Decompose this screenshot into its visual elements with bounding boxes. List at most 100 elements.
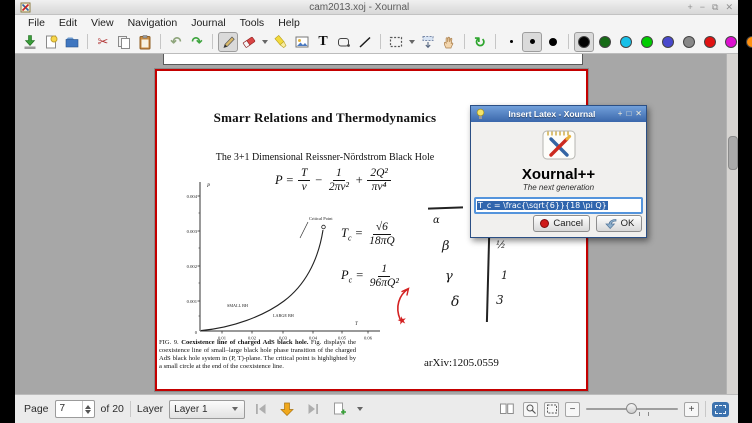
scrollbar-thumb[interactable] [728,136,738,170]
select-options-chevron-icon[interactable] [409,40,415,44]
app-icon [20,2,31,13]
goto-next-annotated-button[interactable] [277,399,297,419]
vertical-space-button[interactable] [418,32,438,52]
goto-last-annotated-button[interactable] [303,399,323,419]
handwritten-alpha: α [433,215,440,226]
color-magenta-button[interactable] [721,32,741,52]
save-button[interactable] [20,32,40,52]
close-button[interactable]: ✕ [725,3,733,12]
menu-view[interactable]: View [84,16,121,30]
zoom-original-button[interactable] [523,402,538,417]
pen-size-fine-button[interactable] [501,32,521,52]
ruler-tool-button[interactable] [355,32,375,52]
spinner-up-icon[interactable] [85,405,91,409]
pen-size-thick-button[interactable] [543,32,563,52]
dialog-shade-button[interactable]: + [618,110,623,118]
pen-size-medium-button[interactable] [522,32,542,52]
handwritten-delta: δ [451,294,459,310]
plot-xlabel: T [355,322,359,327]
page-number-spinner[interactable]: 7 [55,400,95,418]
new-page-icon [43,34,59,50]
previous-page-edge [163,54,583,65]
toolbar-separator [495,34,496,49]
color-cyan-swatch [620,36,632,48]
eraser-tool-button[interactable] [239,32,259,52]
select-rectangle-button[interactable] [386,32,406,52]
cancel-button[interactable]: Cancel [533,215,590,232]
toolbar-separator [212,34,213,49]
zoom-slider[interactable] [586,402,678,416]
highlighter-icon [273,34,289,50]
color-darkgreen-button[interactable] [595,32,615,52]
color-red-button[interactable] [700,32,720,52]
menu-tools[interactable]: Tools [233,16,272,30]
dialog-titlebar[interactable]: Insert Latex - Xournal + □ ✕ [471,106,646,122]
maximize-button[interactable]: ⧉ [712,3,718,12]
zoom-out-icon: − [570,404,576,415]
dialog-maximize-button[interactable]: □ [626,110,631,118]
zoom-out-button[interactable]: − [565,402,580,417]
hand-tool-button[interactable] [439,32,459,52]
two-page-view-button[interactable] [497,399,517,419]
text-tool-button[interactable]: T [313,32,333,52]
color-gray-button[interactable] [679,32,699,52]
zoom-in-button[interactable]: + [684,402,699,417]
color-orange-button[interactable] [742,32,752,52]
append-page-button[interactable] [329,399,349,419]
cut-button[interactable]: ✂ [93,32,113,52]
spinner-buttons [82,401,94,417]
figure-caption: FIG. 9. Coexistence line of charged AdS … [159,339,356,371]
window-titlebar[interactable]: cam2013.xoj - Xournal + − ⧉ ✕ [15,0,738,15]
menu-file[interactable]: File [21,16,52,30]
ok-button[interactable]: OK [596,215,642,232]
latex-input[interactable]: T_c = \frac{\sqrt{6}}{18 \pi Q} [474,197,643,214]
layer-dropdown[interactable]: Layer 1 [169,400,245,419]
dialog-body: Xournal++ The next generation T_c = \fra… [471,122,646,237]
dialog-bulb-icon [475,108,486,120]
toolbar: ✂ ↶ ↷ [15,30,738,54]
redo-button[interactable]: ↷ [187,32,207,52]
append-page-icon [331,401,347,417]
thick-dot-icon [549,38,557,46]
fullscreen-button[interactable] [712,402,729,417]
undo-button[interactable]: ↶ [166,32,186,52]
eraser-icon [241,34,257,50]
highlighter-tool-button[interactable] [271,32,291,52]
zoom-fit-button[interactable] [544,402,559,417]
pen-tool-button[interactable] [218,32,238,52]
color-green-button[interactable] [637,32,657,52]
menu-journal[interactable]: Journal [184,16,232,30]
image-tool-button[interactable] [292,32,312,52]
menu-help[interactable]: Help [271,16,307,30]
open-button[interactable] [62,32,82,52]
spinner-down-icon[interactable] [85,410,91,414]
color-cyan-button[interactable] [616,32,636,52]
plot-ytick: 0.003 [187,229,198,234]
shade-button[interactable]: + [687,3,692,12]
eraser-options-chevron-icon[interactable] [262,40,268,44]
coexistence-plot: P 0.004 0.003 0.002 0.001 0 0.01 0.02 0.… [182,176,397,344]
dialog-close-button[interactable]: ✕ [635,110,642,118]
page-options-chevron-icon[interactable] [357,407,363,411]
shape-recognizer-button[interactable] [334,32,354,52]
paste-button[interactable] [135,32,155,52]
copy-button[interactable] [114,32,134,52]
menu-navigation[interactable]: Navigation [121,16,185,30]
minimize-button[interactable]: − [700,3,705,12]
dialog-title: Insert Latex - Xournal [488,109,616,119]
vertical-scrollbar[interactable] [726,54,738,394]
paper-subtitle: The 3+1 Dimensional Reissner-Nördstrom B… [180,152,470,163]
handwritten-divider [486,238,490,322]
copy-icon [116,34,132,50]
layer-value: Layer 1 [174,404,226,415]
handwritten-beta: β [442,239,450,254]
color-blue-button[interactable] [658,32,678,52]
handwritten-line [428,206,463,209]
goto-first-annotated-button[interactable] [251,399,271,419]
page-number-value: 7 [56,401,82,417]
default-tool-button[interactable]: ↻ [470,32,490,52]
menu-edit[interactable]: Edit [52,16,84,30]
new-page-button[interactable] [41,32,61,52]
zoom-slider-thumb[interactable] [626,403,637,414]
color-black-button[interactable] [574,32,594,52]
